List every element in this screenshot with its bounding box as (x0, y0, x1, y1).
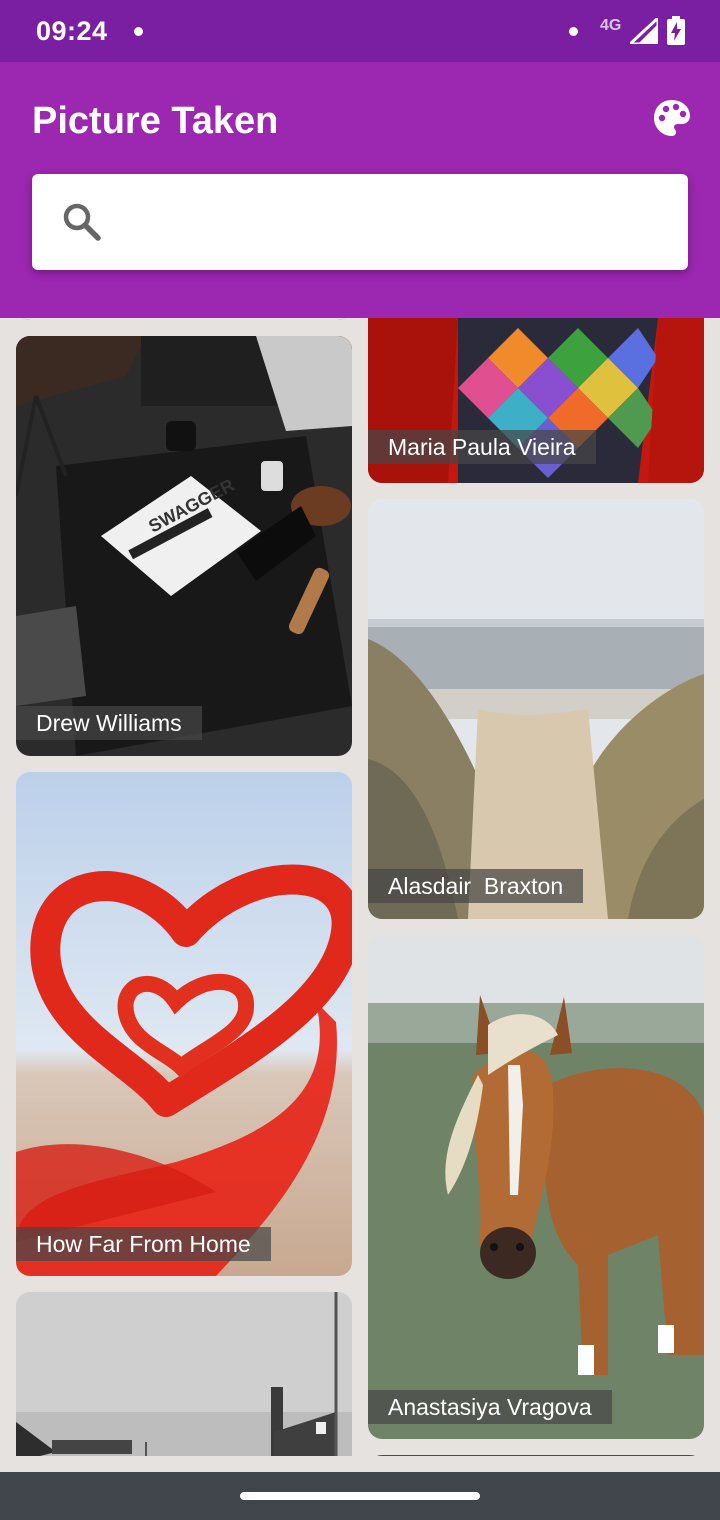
status-time: 09:24 (36, 16, 108, 46)
signal-icon (630, 18, 658, 44)
search-input[interactable] (128, 194, 668, 250)
photo-author: Maria Paula Vieira (368, 430, 596, 464)
page-title: Picture Taken (32, 100, 279, 142)
photo-card[interactable]: How Far From Home (16, 772, 352, 1276)
photo-image (368, 1455, 704, 1456)
photo-image (16, 318, 352, 320)
network-type: 4G (600, 17, 622, 34)
photo-card[interactable]: Alasdair Braxton (368, 499, 704, 919)
navigation-bar (0, 1472, 720, 1520)
photo-author: Drew Williams (16, 706, 202, 740)
status-bar: 09:24 4G (0, 0, 720, 62)
photo-image (368, 935, 704, 1439)
palette-icon[interactable] (652, 98, 692, 138)
photo-author: How Far From Home (16, 1227, 271, 1261)
photo-card[interactable] (16, 1292, 352, 1456)
photo-author: Anastasiya Vragova (368, 1390, 612, 1424)
photo-card[interactable] (368, 1455, 704, 1456)
photo-image (368, 499, 704, 919)
photo-card[interactable]: SWAGGER Drew Williams (16, 336, 352, 756)
notification-dot-icon (569, 27, 578, 36)
photo-card[interactable]: Maria Paula Vieira (368, 318, 704, 483)
notification-dot-icon (134, 27, 143, 36)
photo-card[interactable]: Anastasiya Vragova (368, 935, 704, 1439)
photo-image: SWAGGER (16, 336, 352, 756)
gesture-handle[interactable] (240, 1492, 480, 1500)
photo-image (16, 1292, 352, 1456)
search-icon (63, 203, 101, 241)
photo-author: Alasdair Braxton (368, 869, 584, 903)
battery-icon (667, 16, 685, 45)
photo-image (16, 772, 352, 1276)
app-bar: Picture Taken (0, 62, 720, 318)
search-bar[interactable] (32, 174, 688, 270)
photo-feed[interactable]: SWAGGER Drew Williams How Far From Home … (0, 318, 720, 1456)
photo-card-partial[interactable] (16, 318, 352, 320)
